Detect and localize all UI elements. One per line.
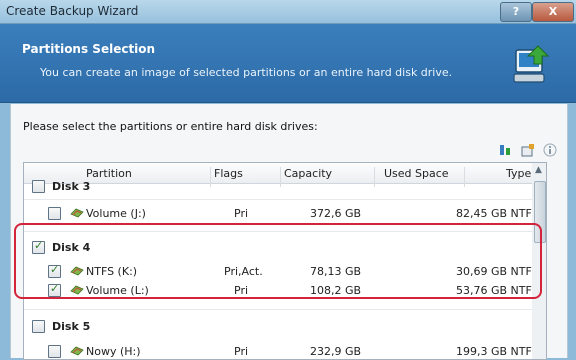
- instruction-text: Please select the partitions or entire h…: [23, 120, 318, 133]
- disk-row[interactable]: Disk 3: [24, 178, 544, 198]
- disk-row[interactable]: Disk 5: [24, 316, 544, 336]
- partition-flags: Pri: [234, 207, 249, 220]
- disk-label: Disk 5: [52, 320, 91, 333]
- title-bar: Create Backup Wizard ? X: [0, 0, 576, 24]
- partition-name: Volume (J:): [86, 207, 146, 220]
- disk-label: Disk 3: [52, 180, 91, 193]
- disk-checkbox[interactable]: [32, 180, 45, 193]
- backup-wizard-icon: [508, 44, 552, 92]
- partition-capacity: 372,6 GB: [310, 207, 362, 220]
- partition-checkbox[interactable]: [48, 207, 61, 220]
- close-button[interactable]: X: [532, 2, 574, 22]
- partition-capacity: 232,9 GB: [310, 345, 362, 358]
- partition-flags: Pri: [234, 345, 249, 358]
- partition-name: Nowy (H:): [86, 345, 141, 358]
- volume-icon: [70, 208, 84, 218]
- partition-row[interactable]: Volume (J:) Pri 372,6 GB 82,45 GB NTFS: [24, 203, 544, 223]
- window-title: Create Backup Wizard: [6, 4, 139, 18]
- page-title: Partitions Selection: [22, 42, 156, 56]
- help-button[interactable]: ?: [500, 2, 532, 22]
- disk-properties-icon[interactable]: [521, 142, 535, 157]
- volume-icon: [70, 346, 84, 356]
- info-icon[interactable]: [543, 142, 557, 157]
- page-subtitle: You can create an image of selected part…: [40, 66, 453, 79]
- wizard-header: Partitions Selection You can create an i…: [0, 24, 576, 103]
- scroll-up-icon[interactable]: ▲: [535, 165, 542, 175]
- disk-checkbox[interactable]: [32, 320, 45, 333]
- sort-icon[interactable]: [499, 142, 513, 156]
- partition-row[interactable]: Nowy (H:) Pri 232,9 GB 199,3 GB NTFS: [24, 341, 544, 359]
- partition-checkbox[interactable]: [48, 345, 61, 358]
- partition-used: 199,3 GB NTFS: [456, 345, 539, 358]
- disk4-highlight-frame: [14, 223, 542, 299]
- partition-used: 82,45 GB NTFS: [456, 207, 539, 220]
